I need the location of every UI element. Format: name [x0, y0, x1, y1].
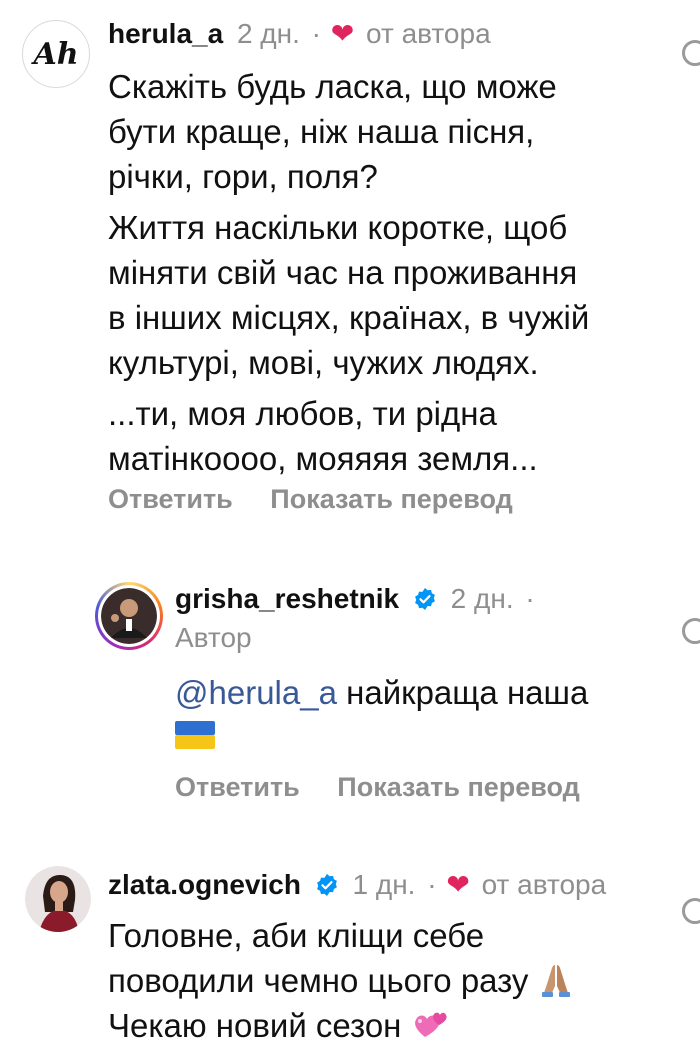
separator-dot: · [525, 583, 535, 614]
comment-header: zlata.ognevich 1 дн. · ❤ от автора [108, 868, 606, 902]
mention-link[interactable]: @herula_a [175, 674, 337, 711]
like-heart-icon[interactable] [682, 898, 700, 924]
woman-portrait-icon [25, 866, 91, 932]
username[interactable]: herula_a [108, 18, 223, 49]
comment-line: найкраща наша [346, 674, 589, 711]
comment-actions: Ответить Показать перевод [175, 772, 610, 803]
comment-text: @herula_a найкраща наша [175, 670, 588, 749]
comment-line: Життя наскільки коротке, щоб [108, 209, 568, 246]
comment-paragraph: ...ти, моя любов, ти рідна матінкоооо, м… [108, 391, 589, 481]
heart-icon: ❤ [446, 869, 470, 900]
comment-line: Чекаю новий сезон [108, 1007, 402, 1044]
verified-badge-icon [316, 874, 337, 896]
author-label: Автор [175, 622, 252, 653]
like-heart-icon[interactable] [682, 40, 700, 66]
comment-line: Головне, аби кліщи себе [108, 917, 485, 954]
comment-header: herula_a 2 дн. · ❤ от автора [108, 17, 491, 51]
ukraine-flag-icon [175, 721, 215, 749]
comment-line: матінкоооо, мояяяя земля... [108, 440, 538, 477]
timestamp: 1 дн. [352, 869, 416, 900]
person-silhouette-icon [101, 588, 157, 644]
timestamp: 2 дн. [450, 583, 514, 614]
comment-text: Головне, аби кліщи себе поводили чемно ц… [108, 913, 574, 1048]
avatar-logo-text: Ah [33, 36, 79, 72]
comment-text: Скажіть будь ласка, що може бути краще, … [108, 64, 589, 481]
comment-line: поводили чемно цього разу [108, 962, 529, 999]
avatar[interactable] [95, 582, 163, 650]
comment-actions: Ответить Показать перевод [108, 484, 543, 515]
avatar-photo [98, 585, 160, 647]
comment-paragraph: Скажіть будь ласка, що може бути краще, … [108, 64, 589, 199]
show-translation-button[interactable]: Показать перевод [270, 484, 513, 514]
comment-line: річки, гори, поля? [108, 158, 378, 195]
comment-header: grisha_reshetnik 2 дн. · [175, 582, 535, 616]
separator-dot: · [311, 18, 321, 49]
comment-line: Скажіть будь ласка, що може [108, 68, 557, 105]
like-heart-icon[interactable] [682, 618, 700, 644]
comment-zlata-ognevich: zlata.ognevich 1 дн. · ❤ от автора Голов… [0, 850, 700, 1055]
username[interactable]: grisha_reshetnik [175, 583, 399, 614]
comment-paragraph: Життя наскільки коротке, щоб міняти свій… [108, 205, 589, 385]
comment-line: ...ти, моя любов, ти рідна [108, 395, 497, 432]
reply-button[interactable]: Ответить [175, 772, 300, 802]
comment-line: в інших місцях, країнах, в чужій [108, 299, 590, 336]
two-hearts-icon [414, 1012, 447, 1037]
heart-icon: ❤ [330, 18, 355, 49]
avatar[interactable] [25, 866, 91, 932]
verified-badge-icon [414, 588, 435, 610]
comment-grisha-reshetnik: grisha_reshetnik 2 дн. · Автор @herula_a… [0, 560, 700, 830]
username[interactable]: zlata.ognevich [108, 869, 301, 900]
reply-button[interactable]: Ответить [108, 484, 233, 514]
timestamp: 2 дн. [236, 18, 300, 49]
separator-dot: · [427, 869, 437, 900]
comment-line: міняти свій час на проживання [108, 254, 578, 291]
avatar[interactable]: Ah [22, 20, 90, 88]
comment-line: бути краще, ніж наша пісня, [108, 113, 535, 150]
show-translation-button[interactable]: Показать перевод [337, 772, 580, 802]
folded-hands-icon [541, 965, 570, 997]
liked-by-author-label: от автора [366, 18, 491, 49]
comment-herula-a: Ah herula_a 2 дн. · ❤ от автора Скажіть … [0, 0, 700, 540]
comment-line: культурі, мові, чужих людях. [108, 344, 539, 381]
liked-by-author-label: от автора [481, 869, 607, 900]
